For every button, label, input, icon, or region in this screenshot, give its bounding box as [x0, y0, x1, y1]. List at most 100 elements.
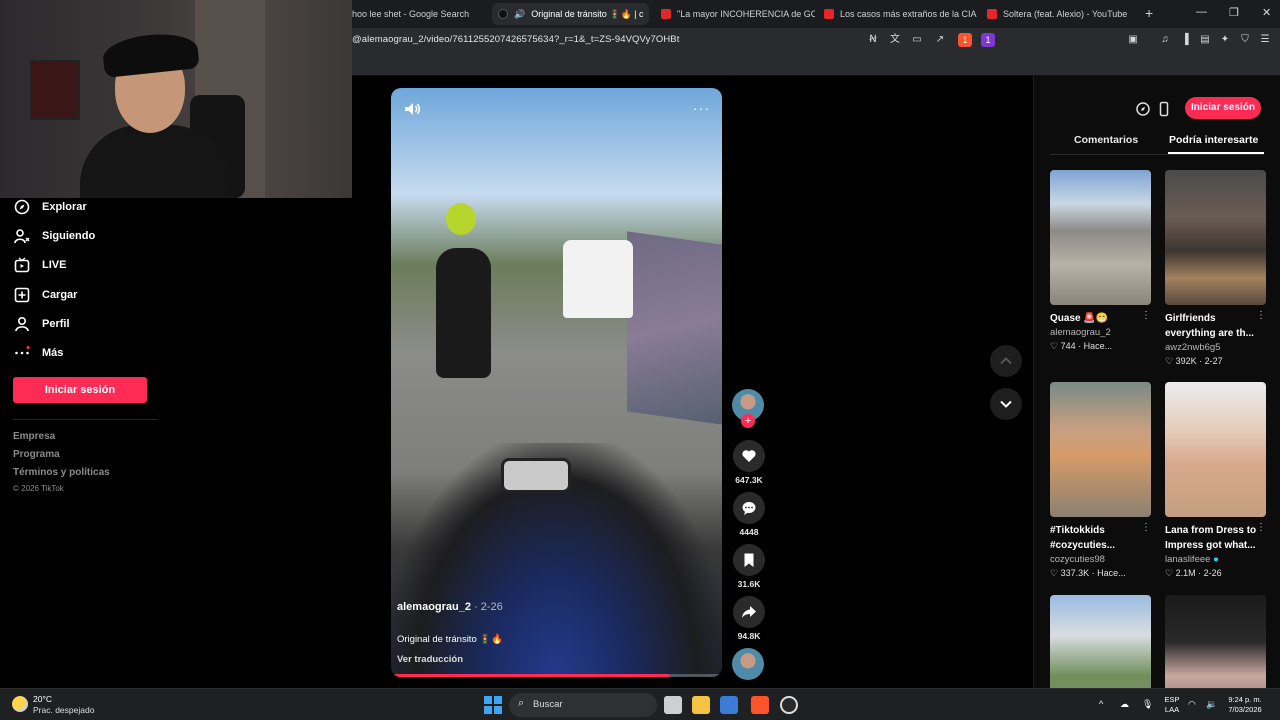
video-author[interactable]: alemaograu_2 · 2-26: [397, 601, 503, 613]
card-username[interactable]: cozycuties98: [1050, 554, 1151, 565]
header-login-button[interactable]: Iniciar sesión: [1185, 97, 1261, 119]
video-more-icon[interactable]: ···: [693, 100, 710, 116]
suggested-video-card[interactable]: Lana from Dress to Impress got what... l…: [1165, 382, 1266, 579]
card-username[interactable]: lanaslifeee ●: [1165, 554, 1266, 565]
comment-action[interactable]: 4448: [732, 492, 766, 537]
video-thumbnail[interactable]: [1165, 170, 1266, 305]
url-input[interactable]: @alemaograu_2/video/7611255207426575634?…: [352, 34, 679, 45]
card-more-icon[interactable]: ⋮: [1256, 310, 1266, 321]
microphone-icon[interactable]: 🎙: [1142, 699, 1153, 709]
follow-plus-icon[interactable]: +: [741, 414, 755, 428]
minimize-icon[interactable]: —: [1196, 6, 1207, 18]
windows-taskbar: 20°C Prac. despejado ⌕ Buscar ^ ☁ 🎙 ESP …: [0, 688, 1280, 720]
taskbar-search[interactable]: ⌕ Buscar: [509, 693, 657, 717]
suggested-video-card[interactable]: #Tiktokkids #cozycuties... cozycuties98 …: [1050, 382, 1151, 579]
share-icon[interactable]: ↗: [933, 33, 947, 47]
no-translate-icon[interactable]: Ꞥ: [866, 33, 880, 47]
next-video-button[interactable]: [990, 388, 1022, 420]
login-button[interactable]: Iniciar sesión: [13, 377, 147, 403]
wallet-icon[interactable]: ▤: [1198, 33, 1212, 47]
footer-link-terminos[interactable]: Términos y políticas: [13, 467, 110, 478]
suggested-video-card[interactable]: Quase 🚨😁 alemaograu_2 ♡ 744 · Hace... ⋮: [1050, 170, 1151, 352]
mobile-app-icon[interactable]: [1156, 101, 1172, 117]
sidebar-item-live[interactable]: LIVE: [14, 257, 66, 273]
sidebar-item-siguiendo[interactable]: Siguiendo: [14, 228, 95, 244]
vpn-icon[interactable]: ⛉: [1238, 33, 1252, 47]
cast-icon[interactable]: ▭: [910, 33, 924, 47]
tab-label: Soltera (feat. Alexio) - YouTube: [1003, 9, 1128, 19]
person-icon: [15, 316, 29, 332]
comment-button[interactable]: [733, 492, 765, 524]
menu-icon[interactable]: ☰: [1258, 33, 1272, 47]
youtube-favicon-icon: [661, 9, 671, 19]
brave-browser-icon[interactable]: [751, 696, 769, 714]
volume-icon[interactable]: [403, 100, 421, 118]
like-action[interactable]: 647.3K: [732, 440, 766, 485]
close-window-icon[interactable]: ✕: [1262, 6, 1271, 19]
sidebar-item-perfil[interactable]: Perfil: [14, 316, 70, 332]
task-view-icon[interactable]: [664, 696, 682, 714]
wifi-icon[interactable]: ◠: [1188, 699, 1196, 709]
tab-youtube-god[interactable]: "La mayor INCOHERENCIA de GOD: [655, 3, 815, 25]
clock[interactable]: 9:24 p. m. 7/03/2026: [1222, 695, 1268, 715]
restore-icon[interactable]: ❐: [1229, 6, 1239, 19]
weather-icon[interactable]: [12, 696, 28, 712]
video-thumbnail[interactable]: [1050, 382, 1151, 517]
video-username[interactable]: alemaograu_2: [397, 601, 471, 613]
tray-expand-icon[interactable]: ^: [1099, 699, 1103, 709]
card-username[interactable]: awz2nwb6g5: [1165, 342, 1266, 353]
tab-comentarios[interactable]: Comentarios: [1074, 134, 1138, 146]
card-more-icon[interactable]: ⋮: [1141, 310, 1151, 321]
sidebar-toggle-icon[interactable]: ▣: [1126, 33, 1140, 47]
tray-cloud-icon[interactable]: ☁: [1120, 699, 1129, 709]
white-van: [563, 240, 633, 318]
sidebar-item-explorar[interactable]: Explorar: [14, 199, 87, 215]
start-windows-icon[interactable]: [484, 696, 502, 714]
tab-google-search[interactable]: hoo lee shet - Google Search: [346, 3, 486, 25]
card-username-text[interactable]: lanaslifeee: [1165, 554, 1210, 565]
card-more-icon[interactable]: ⋮: [1141, 522, 1151, 533]
video-player[interactable]: ··· alemaograu_2 · 2-26 Original de trán…: [391, 88, 722, 677]
active-tab-indicator: [1168, 152, 1264, 154]
footer-link-empresa[interactable]: Empresa: [13, 431, 55, 442]
sidebar-item-label: LIVE: [42, 259, 67, 271]
tab-youtube-soltera[interactable]: Soltera (feat. Alexio) - YouTube: [981, 3, 1136, 25]
clock-date: 7/03/2026: [1228, 705, 1262, 714]
compass-small-icon[interactable]: [1135, 101, 1151, 117]
card-username[interactable]: alemaograu_2: [1050, 327, 1151, 338]
footer-link-programa[interactable]: Programa: [13, 449, 60, 460]
translate-link[interactable]: Ver traducción: [397, 654, 463, 665]
suggested-video-card[interactable]: Girlfriends everything are th... awz2nwb…: [1165, 170, 1266, 367]
leo-ai-icon[interactable]: ✦: [1218, 33, 1232, 47]
microsoft-store-icon[interactable]: [720, 696, 738, 714]
tab-divider: [1050, 154, 1264, 155]
share-action[interactable]: 94.8K: [732, 596, 766, 641]
card-more-icon[interactable]: ⋮: [1256, 522, 1266, 533]
user-follow-icon: [14, 229, 30, 244]
sidebar-item-cargar[interactable]: Cargar: [14, 287, 77, 303]
sound-avatar[interactable]: [732, 648, 764, 680]
like-button[interactable]: [733, 440, 765, 472]
video-thumbnail[interactable]: [1165, 382, 1266, 517]
sidebar-item-mas[interactable]: Más: [14, 345, 63, 361]
reading-list-icon[interactable]: ▐: [1178, 33, 1192, 47]
save-button[interactable]: [733, 544, 765, 576]
brave-rewards-icon[interactable]: 1: [981, 33, 995, 47]
tab-youtube-cia[interactable]: Los casos más extraños de la CIA - Y: [818, 3, 978, 25]
tab-tiktok-video[interactable]: 🔊 Original de tránsito 🚦🔥 | c ✕: [492, 3, 649, 25]
translate-icon[interactable]: 文: [888, 33, 902, 47]
tiktok-favicon-icon: [498, 9, 508, 19]
brave-shield-icon[interactable]: 1: [958, 33, 972, 47]
media-icon[interactable]: ♫: [1158, 33, 1172, 47]
file-explorer-icon[interactable]: [692, 696, 710, 714]
share-button[interactable]: [733, 596, 765, 628]
tab-label: Original de tránsito 🚦🔥 | c: [531, 8, 644, 19]
language-indicator[interactable]: ESP LAA: [1160, 695, 1184, 715]
volume-tray-icon[interactable]: 🔉: [1206, 699, 1217, 709]
video-thumbnail[interactable]: [1050, 170, 1151, 305]
obs-icon[interactable]: [780, 696, 798, 714]
tab-podria-interesarte[interactable]: Podría interesarte: [1169, 134, 1258, 146]
new-tab-button[interactable]: +: [1145, 5, 1153, 21]
previous-video-button[interactable]: [990, 345, 1022, 377]
save-action[interactable]: 31.6K: [732, 544, 766, 589]
